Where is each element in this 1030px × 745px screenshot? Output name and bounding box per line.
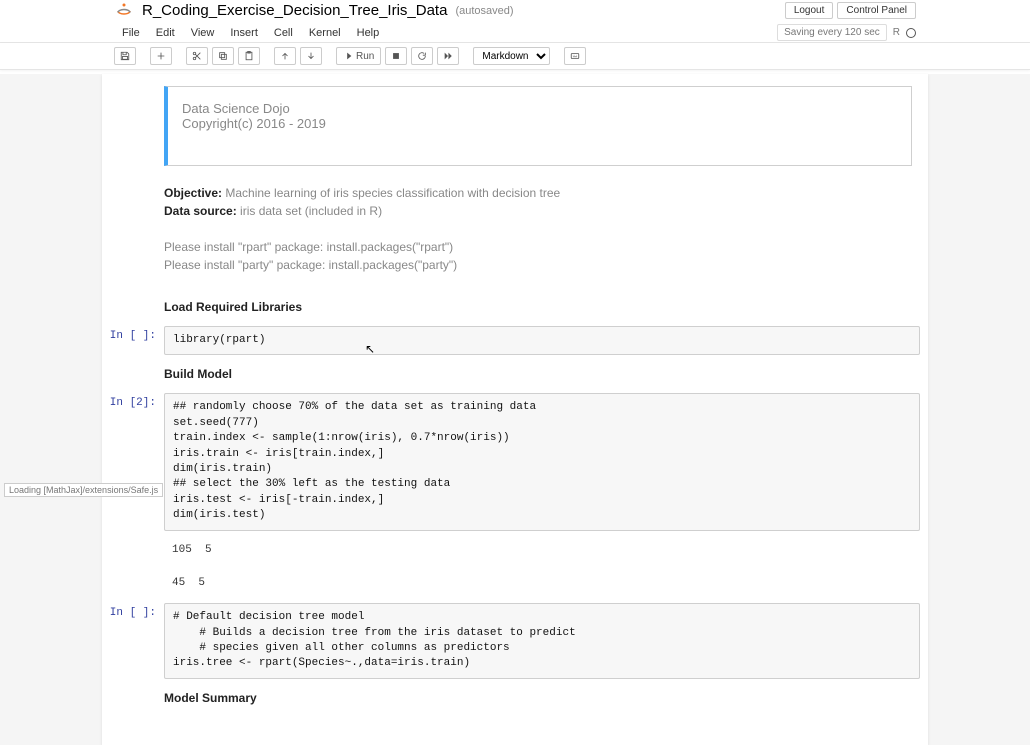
section-header: Build Model	[164, 365, 920, 383]
markdown-cell[interactable]: Model Summary	[102, 683, 928, 713]
menu-edit[interactable]: Edit	[148, 25, 183, 41]
section-header: Load Required Libraries	[164, 298, 920, 316]
markdown-cell[interactable]: Objective: Machine learning of iris spec…	[102, 178, 928, 280]
arrow-up-icon	[280, 51, 290, 61]
control-panel-button[interactable]: Control Panel	[837, 2, 916, 19]
arrow-down-icon	[306, 51, 316, 61]
keyboard-icon	[570, 51, 580, 61]
md-line: Please install "rpart" package: install.…	[164, 238, 920, 256]
insert-cell-button[interactable]	[150, 47, 172, 65]
input-prompt: In [ ]:	[102, 326, 164, 355]
copy-icon	[218, 51, 228, 61]
mathjax-status: Loading [MathJax]/extensions/Safe.js	[4, 483, 163, 497]
restart-button[interactable]	[411, 47, 433, 65]
md-line: Copyright(c) 2016 - 2019	[182, 116, 897, 131]
fast-forward-icon	[443, 51, 453, 61]
move-up-button[interactable]	[274, 47, 296, 65]
code-cell[interactable]: In [ ]: library(rpart)	[102, 324, 928, 357]
code-cell[interactable]: In [2]: ## randomly choose 70% of the da…	[102, 391, 928, 532]
save-icon	[120, 51, 130, 61]
code-output-cell: 45 5	[102, 568, 928, 599]
md-label: Data source:	[164, 204, 237, 218]
menu-file[interactable]: File	[114, 25, 148, 41]
scissors-icon	[192, 51, 202, 61]
menu-help[interactable]: Help	[349, 25, 388, 41]
code-input[interactable]: # Default decision tree model # Builds a…	[164, 603, 920, 679]
plus-icon	[156, 51, 166, 61]
run-label: Run	[356, 51, 374, 62]
autosave-interval: Saving every 120 sec	[777, 24, 887, 41]
logout-button[interactable]: Logout	[785, 2, 834, 19]
menu-insert[interactable]: Insert	[222, 25, 266, 41]
menu-view[interactable]: View	[183, 25, 223, 41]
run-button[interactable]: Run	[336, 47, 381, 65]
notebook: Data Science Dojo Copyright(c) 2016 - 20…	[102, 74, 928, 745]
paste-button[interactable]	[238, 47, 260, 65]
md-text: Machine learning of iris species classif…	[222, 186, 560, 200]
md-label: Objective:	[164, 186, 222, 200]
markdown-cell[interactable]: Build Model	[102, 359, 928, 389]
run-step-icon	[343, 51, 353, 61]
code-cell[interactable]: In [ ]: # Default decision tree model # …	[102, 601, 928, 681]
header: R_Coding_Exercise_Decision_Tree_Iris_Dat…	[0, 0, 1030, 43]
md-line: Data Science Dojo	[182, 101, 897, 116]
code-input[interactable]: ## randomly choose 70% of the data set a…	[164, 393, 920, 530]
jupyter-logo[interactable]	[114, 1, 134, 21]
autosave-status: (autosaved)	[455, 5, 513, 17]
md-text: iris data set (included in R)	[237, 204, 382, 218]
cut-button[interactable]	[186, 47, 208, 65]
code-output-cell: 105 5	[102, 535, 928, 566]
move-down-button[interactable]	[300, 47, 322, 65]
code-input[interactable]: library(rpart)	[164, 326, 920, 355]
save-button[interactable]	[114, 47, 136, 65]
toolbar: Run Markdown	[0, 43, 1030, 70]
markdown-cell[interactable]: Data Science Dojo Copyright(c) 2016 - 20…	[102, 84, 928, 176]
interrupt-button[interactable]	[385, 47, 407, 65]
markdown-content[interactable]: Data Science Dojo Copyright(c) 2016 - 20…	[164, 86, 912, 166]
menu-cell[interactable]: Cell	[266, 25, 301, 41]
kernel-indicator-icon[interactable]	[906, 28, 916, 38]
kernel-name[interactable]: R	[893, 27, 900, 38]
md-line: Please install "party" package: install.…	[164, 256, 920, 274]
code-output: 45 5	[164, 570, 920, 597]
input-prompt: In [2]:	[102, 393, 164, 530]
notebook-name[interactable]: R_Coding_Exercise_Decision_Tree_Iris_Dat…	[142, 2, 447, 19]
command-palette-button[interactable]	[564, 47, 586, 65]
menu-kernel[interactable]: Kernel	[301, 25, 349, 41]
input-prompt: In [ ]:	[102, 603, 164, 679]
stop-icon	[391, 51, 401, 61]
restart-icon	[417, 51, 427, 61]
markdown-cell[interactable]: Load Required Libraries	[102, 282, 928, 322]
copy-button[interactable]	[212, 47, 234, 65]
cell-type-select[interactable]: Markdown	[473, 47, 550, 65]
paste-icon	[244, 51, 254, 61]
section-header: Model Summary	[164, 689, 920, 707]
code-output: 105 5	[164, 537, 920, 564]
restart-run-all-button[interactable]	[437, 47, 459, 65]
